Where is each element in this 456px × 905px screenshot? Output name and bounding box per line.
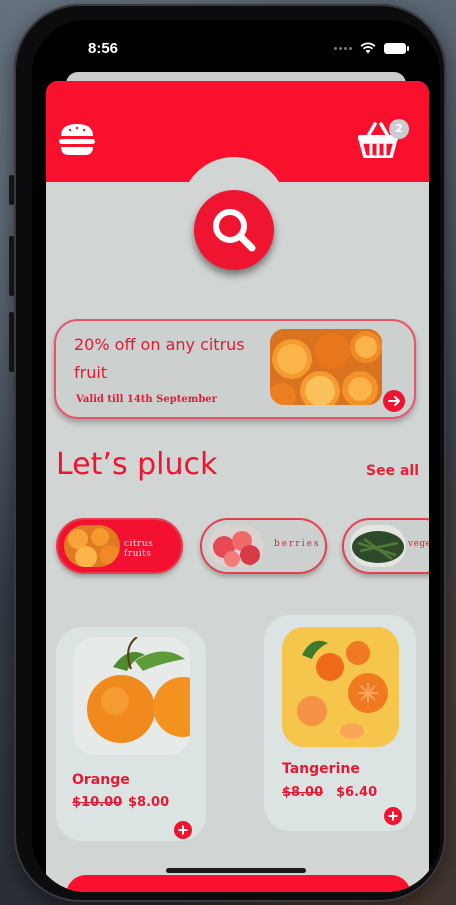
category-chip-berries[interactable]: berries xyxy=(200,518,327,574)
product-name: Orange xyxy=(72,772,130,788)
phone-screen: 8:56 2 20% off on any citrus fruit Valid… xyxy=(32,20,440,892)
product-card-tangerine[interactable]: Tangerine $8.00 $6.40 xyxy=(264,615,416,831)
product-new-price: $6.40 xyxy=(336,785,378,800)
berries-chip-image xyxy=(208,525,264,567)
home-indicator[interactable] xyxy=(166,868,306,873)
tangerine-product-image xyxy=(282,627,399,747)
citrus-chip-image xyxy=(64,525,120,567)
cart-count-badge: 2 xyxy=(389,119,409,139)
arrow-right-icon xyxy=(388,396,400,406)
category-label: berries xyxy=(274,539,321,549)
wifi-icon xyxy=(360,42,376,54)
status-time: 8:56 xyxy=(88,40,119,57)
product-old-price: $8.00 xyxy=(282,785,324,800)
category-chip-vegetables[interactable]: vegetab xyxy=(342,518,429,574)
product-card-orange[interactable]: Orange $10.00 $8.00 xyxy=(56,627,206,841)
section-title: Let’s pluck xyxy=(56,447,218,482)
category-label: vegetab xyxy=(408,539,429,549)
phone-frame: 8:56 2 20% off on any citrus fruit Valid… xyxy=(14,4,446,902)
promo-banner[interactable]: 20% off on any citrus fruit Valid till 1… xyxy=(54,319,416,419)
menu-burger-icon[interactable] xyxy=(57,122,97,156)
app-sheet: 2 20% off on any citrus fruit Valid till… xyxy=(46,81,429,892)
add-to-cart-orange-button[interactable] xyxy=(174,821,192,839)
promo-validity: Valid till 14th September xyxy=(76,394,217,405)
orange-product-image xyxy=(73,637,190,755)
see-all-link[interactable]: See all xyxy=(366,463,419,479)
signal-icon xyxy=(334,46,352,50)
vegetables-chip-image xyxy=(350,525,406,567)
product-new-price: $8.00 xyxy=(128,795,170,810)
citrus-promo-image xyxy=(270,329,382,405)
category-label: citrus fruits xyxy=(124,539,154,559)
product-old-price: $10.00 xyxy=(72,795,123,810)
add-to-cart-tangerine-button[interactable] xyxy=(384,807,402,825)
product-name: Tangerine xyxy=(282,761,360,777)
status-icons xyxy=(334,42,409,54)
search-button[interactable] xyxy=(194,190,274,270)
battery-icon xyxy=(384,42,409,54)
category-chip-citrus[interactable]: citrus fruits xyxy=(56,518,183,574)
search-icon xyxy=(213,209,256,252)
promo-title: 20% off on any citrus fruit xyxy=(74,335,245,382)
status-bar: 8:56 xyxy=(32,20,440,76)
bottom-navigation-bar xyxy=(66,875,411,892)
promo-arrow-button[interactable] xyxy=(383,390,405,412)
